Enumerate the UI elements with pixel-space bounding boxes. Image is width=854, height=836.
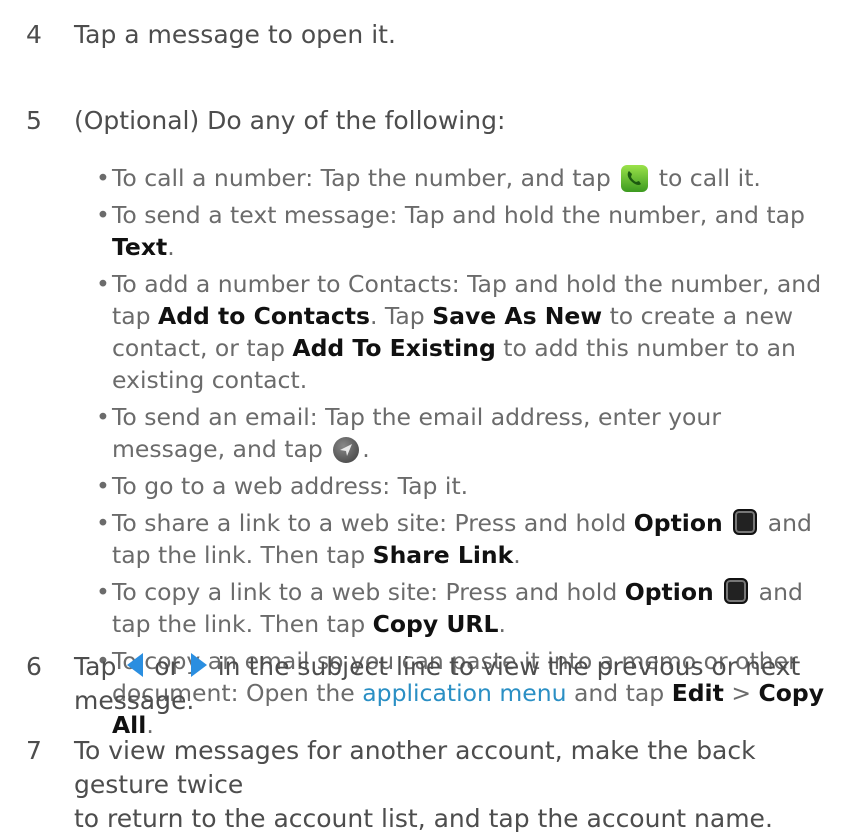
- step-text-part: in the subject line to view the previous…: [74, 652, 801, 715]
- bullet-text: to call it.: [658, 164, 761, 192]
- bullet-text: . Tap: [369, 302, 425, 330]
- ui-term: Option: [633, 509, 723, 537]
- list-item-call: To call a number: Tap the number, and ta…: [96, 162, 836, 194]
- next-arrow-icon: [190, 653, 207, 677]
- step-text-part: or: [154, 652, 180, 681]
- ui-term: Option: [624, 578, 714, 606]
- bullet-text: To send a text message: Tap and hold the…: [112, 201, 805, 229]
- list-item-copy: To copy a link to a web site: Press and …: [96, 576, 836, 640]
- step-number: 4: [26, 20, 42, 49]
- step-number: 5: [26, 106, 42, 135]
- list-item-text: To send a text message: Tap and hold the…: [96, 199, 836, 263]
- step-text-line: To view messages for another account, ma…: [74, 736, 756, 799]
- bullet-text: To send an email: Tap the email address,…: [112, 403, 721, 463]
- bullet-text: To go to a web address: Tap it.: [112, 472, 469, 500]
- phone-icon: [621, 165, 649, 192]
- bullet-text: To copy a link to a web site: Press and …: [112, 578, 618, 606]
- ui-term: Share Link: [372, 541, 514, 569]
- ui-term: Copy URL: [372, 610, 499, 638]
- list-item-contacts: To add a number to Contacts: Tap and hol…: [96, 268, 836, 396]
- list-item-share: To share a link to a web site: Press and…: [96, 507, 836, 571]
- step-text-line: to return to the account list, and tap t…: [74, 804, 773, 833]
- ui-term: Text: [112, 233, 168, 261]
- step-text-part: Tap: [74, 652, 117, 681]
- bullet-text: To share a link to a web site: Press and…: [112, 509, 627, 537]
- step-text: To view messages for another account, ma…: [74, 734, 844, 836]
- punctuation: .: [362, 435, 370, 463]
- previous-arrow-icon: [127, 653, 144, 677]
- step-text: Tap a message to open it.: [74, 20, 396, 49]
- step-number: 7: [26, 736, 42, 765]
- punctuation: .: [498, 610, 506, 638]
- ui-term: Add To Existing: [292, 334, 496, 362]
- list-item-email: To send an email: Tap the email address,…: [96, 401, 836, 465]
- step-text: (Optional) Do any of the following:: [74, 106, 506, 135]
- option-key-icon: [733, 509, 758, 535]
- step-text: Tap or in the subject line to view the p…: [74, 650, 844, 718]
- ui-term: Save As New: [432, 302, 603, 330]
- option-key-icon: [724, 578, 749, 604]
- send-icon: [333, 437, 360, 463]
- punctuation: .: [513, 541, 521, 569]
- bullet-text: To call a number: Tap the number, and ta…: [112, 164, 611, 192]
- step-number: 6: [26, 652, 42, 681]
- list-item-web: To go to a web address: Tap it.: [96, 470, 836, 502]
- ui-term: Add to Contacts: [158, 302, 370, 330]
- punctuation: .: [167, 233, 175, 261]
